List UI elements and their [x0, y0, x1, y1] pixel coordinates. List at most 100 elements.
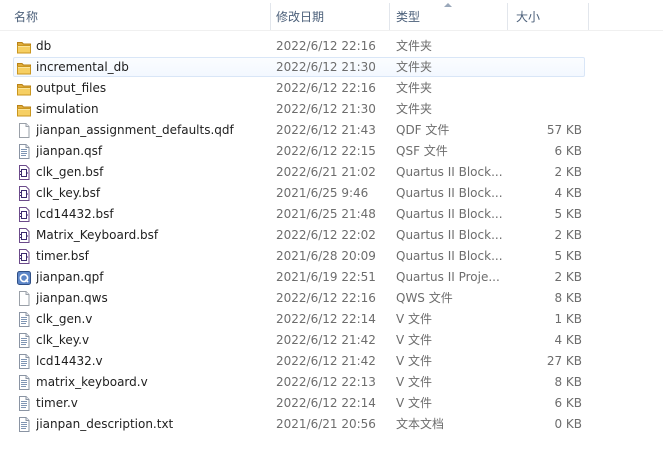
file-name: lcd14432.bsf: [36, 207, 114, 221]
file-name: lcd14432.v: [36, 354, 103, 368]
file-date-modified: 2022/6/12 22:14: [276, 396, 376, 410]
file-type: 文件夹: [396, 39, 433, 53]
file-size: 2 KB: [554, 165, 582, 179]
file-type: QDF 文件: [396, 123, 450, 137]
file-name: db: [36, 39, 52, 53]
column-header-bar: 名称 修改日期 类型 大小: [0, 0, 663, 31]
file-date-modified: 2021/6/19 22:51: [276, 270, 376, 284]
file-name: jianpan_assignment_defaults.qdf: [36, 123, 234, 137]
file-size: 8 KB: [554, 291, 582, 305]
quartus-block-icon: [16, 227, 32, 244]
file-type: Quartus II Block...: [396, 186, 503, 200]
file-date-modified: 2021/6/25 21:48: [276, 207, 376, 221]
quartus-project-icon: [16, 269, 32, 286]
file-name: matrix_keyboard.v: [36, 375, 148, 389]
file-name: Matrix_Keyboard.bsf: [36, 228, 159, 242]
file-row[interactable]: simulation 2022/6/12 21:30 文件夹: [13, 99, 585, 119]
file-date-modified: 2021/6/21 20:56: [276, 417, 376, 431]
quartus-block-icon: [16, 248, 32, 265]
file-row[interactable]: timer.bsf 2021/6/28 20:09 Quartus II Block…: [13, 246, 585, 266]
file-name: jianpan_description.txt: [36, 417, 174, 431]
file-date-modified: 2022/6/12 21:43: [276, 123, 376, 137]
quartus-block-icon: [16, 185, 32, 202]
file-row[interactable]: clk_key.bsf 2021/6/25 9:46 Quartus II Bloc…: [13, 183, 585, 203]
file-row[interactable]: clk_gen.v 2022/6/12 22:14 V 文件 1 KB: [13, 309, 585, 329]
folder-icon: [16, 101, 32, 118]
text-file-icon: [16, 374, 32, 391]
file-size: 2 KB: [554, 270, 582, 284]
file-size: [509, 58, 582, 76]
file-name: incremental_db: [36, 60, 129, 74]
file-date-modified: 2021/6/28 20:09: [276, 249, 376, 263]
text-file-icon: [16, 332, 32, 349]
file-row[interactable]: clk_key.v 2022/6/12 21:42 V 文件 4 KB: [13, 330, 585, 350]
file-type: Quartus II Proje...: [396, 270, 500, 284]
file-name: timer.bsf: [36, 249, 89, 263]
file-date-modified: 2022/6/12 22:16: [276, 39, 376, 53]
file-date-modified: 2022/6/12 21:30: [276, 102, 376, 116]
file-type: QSF 文件: [396, 144, 448, 158]
file-size: 27 KB: [546, 354, 582, 368]
file-size: [509, 79, 582, 97]
text-file-icon: [16, 143, 32, 160]
file-row[interactable]: jianpan.qsf 2022/6/12 22:15 QSF 文件 6 KB: [13, 141, 585, 161]
folder-icon: [16, 59, 32, 76]
file-type: Quartus II Block...: [396, 228, 503, 242]
file-name: timer.v: [36, 396, 78, 410]
file-row[interactable]: lcd14432.bsf 2021/6/25 21:48 Quartus II Bl…: [13, 204, 585, 224]
file-name: jianpan.qpf: [36, 270, 104, 284]
sort-ascending-icon: [444, 3, 452, 7]
column-divider[interactable]: [588, 3, 589, 30]
column-header-name[interactable]: 名称: [0, 0, 270, 30]
file-size: 2 KB: [554, 228, 582, 242]
blank-file-icon: [16, 290, 32, 307]
file-size: [509, 37, 582, 55]
file-size: 6 KB: [554, 396, 582, 410]
file-type: V 文件: [396, 396, 433, 410]
file-row[interactable]: matrix_keyboard.v 2022/6/12 22:13 V 文件 8 KB: [13, 372, 585, 392]
file-row[interactable]: lcd14432.v 2022/6/12 21:42 V 文件 27 KB: [13, 351, 585, 371]
file-row[interactable]: jianpan.qws 2022/6/12 22:16 QWS 文件 8 KB: [13, 288, 585, 308]
file-row[interactable]: output_files 2022/6/12 22:16 文件夹: [13, 78, 585, 98]
text-file-icon: [16, 416, 32, 433]
file-size: 1 KB: [554, 312, 582, 326]
file-date-modified: 2022/6/12 21:42: [276, 354, 376, 368]
quartus-block-icon: [16, 164, 32, 181]
folder-icon: [16, 80, 32, 97]
file-row[interactable]: jianpan_assignment_defaults.qdf 2022/6/12…: [13, 120, 585, 140]
file-type: 文件夹: [396, 60, 433, 74]
file-size: 8 KB: [554, 375, 582, 389]
file-type: V 文件: [396, 312, 433, 326]
file-date-modified: 2022/6/12 22:13: [276, 375, 376, 389]
file-size: 5 KB: [554, 249, 582, 263]
file-row[interactable]: db 2022/6/12 22:16 文件夹: [13, 36, 585, 56]
file-date-modified: 2022/6/12 22:16: [276, 81, 376, 95]
file-date-modified: 2022/6/12 21:42: [276, 333, 376, 347]
folder-icon: [16, 38, 32, 55]
column-header-date-modified[interactable]: 修改日期: [270, 0, 390, 30]
file-row[interactable]: incremental_db 2022/6/12 21:30 文件夹: [13, 57, 585, 77]
file-row[interactable]: Matrix_Keyboard.bsf 2022/6/12 22:02 Quartu…: [13, 225, 585, 245]
file-type: 文本文档: [396, 417, 445, 431]
file-name: jianpan.qsf: [36, 144, 103, 158]
file-date-modified: 2022/6/12 21:30: [276, 60, 376, 74]
text-file-icon: [16, 353, 32, 370]
file-name: clk_gen.bsf: [36, 165, 104, 179]
file-size: [509, 100, 582, 118]
file-name: output_files: [36, 81, 107, 95]
file-row[interactable]: clk_gen.bsf 2022/6/21 21:02 Quartus II Blo…: [13, 162, 585, 182]
file-row[interactable]: jianpan.qpf 2021/6/19 22:51 Quartus II Pro…: [13, 267, 585, 287]
file-date-modified: 2022/6/12 22:15: [276, 144, 376, 158]
file-row[interactable]: timer.v 2022/6/12 22:14 V 文件 6 KB: [13, 393, 585, 413]
file-type: Quartus II Block...: [396, 165, 503, 179]
blank-file-icon: [16, 122, 32, 139]
text-file-icon: [16, 395, 32, 412]
column-header-size[interactable]: 大小: [508, 0, 588, 30]
file-name: clk_key.bsf: [36, 186, 101, 200]
file-type: QWS 文件: [396, 291, 453, 305]
text-file-icon: [16, 311, 32, 328]
file-row[interactable]: jianpan_description.txt 2021/6/21 20:56 文本…: [13, 414, 585, 434]
file-size: 5 KB: [554, 207, 582, 221]
file-date-modified: 2022/6/12 22:16: [276, 291, 376, 305]
file-type: V 文件: [396, 333, 433, 347]
